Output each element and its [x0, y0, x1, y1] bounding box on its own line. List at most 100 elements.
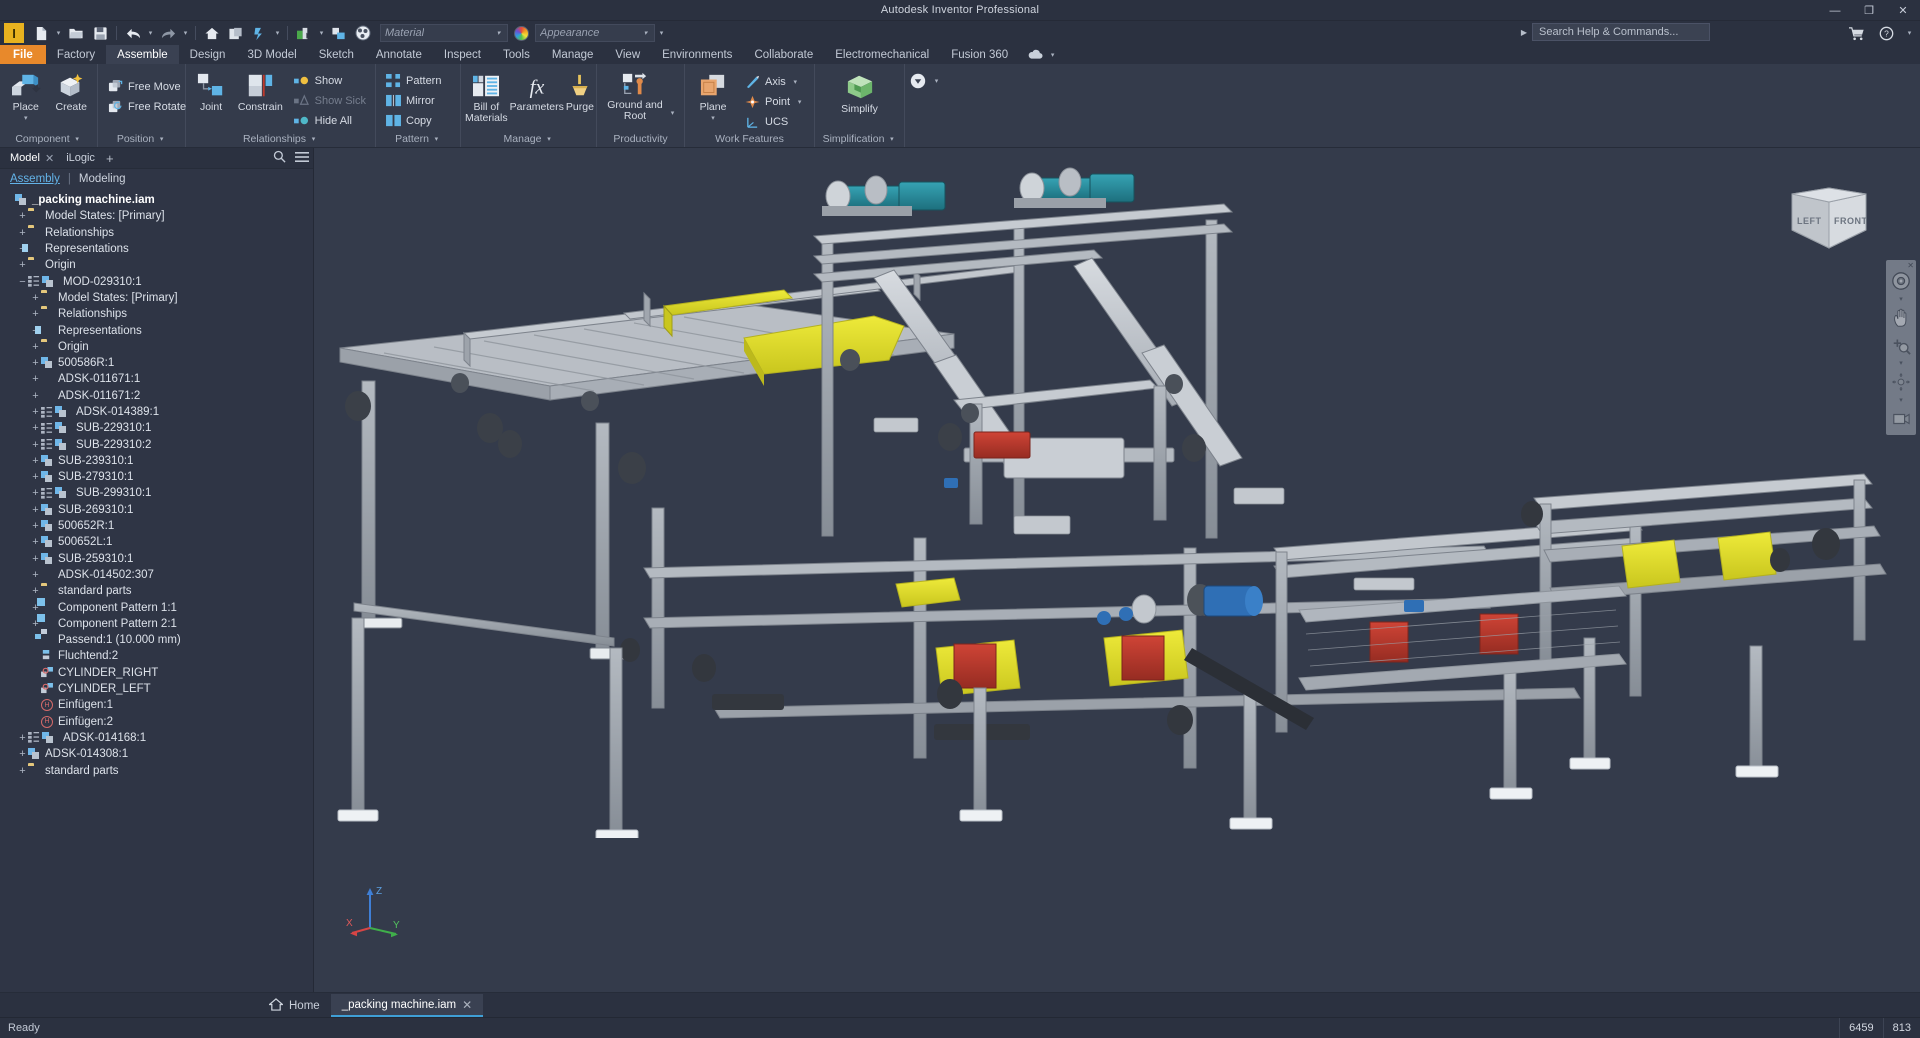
- simplify-button[interactable]: Simplify: [829, 67, 891, 115]
- open-file-icon[interactable]: [65, 23, 87, 43]
- hamburger-menu-icon[interactable]: [295, 151, 309, 166]
- tree-node[interactable]: +ADSK-011671:2: [0, 388, 313, 404]
- home-icon[interactable]: [201, 23, 223, 43]
- panel-relationships-dropdown-icon[interactable]: ▾: [309, 135, 318, 143]
- tree-node[interactable]: CYLINDER_RIGHT: [0, 665, 313, 681]
- pan-hand-icon[interactable]: [1890, 308, 1912, 328]
- tree-expand-icon[interactable]: +: [30, 520, 41, 532]
- tree-node[interactable]: Passend:1 (10.000 mm): [0, 632, 313, 648]
- cart-icon[interactable]: [1845, 23, 1867, 43]
- ribbon-tab-design[interactable]: Design: [179, 45, 237, 64]
- select-icon[interactable]: [293, 23, 315, 43]
- ribbon-tab-3d-model[interactable]: 3D Model: [236, 45, 307, 64]
- work-point-button[interactable]: Point ▾: [739, 92, 809, 111]
- look-at-camera-icon[interactable]: [1890, 409, 1912, 429]
- tree-expand-icon[interactable]: +: [17, 210, 28, 222]
- navbar-zoom-dropdown-icon[interactable]: ▾: [1899, 362, 1903, 365]
- appearance-dropdown-icon[interactable]: ▾: [641, 29, 650, 37]
- tree-expand-icon[interactable]: +: [17, 259, 28, 271]
- ribbon-tab-tools[interactable]: Tools: [492, 45, 541, 64]
- shrinkwrap-button[interactable]: ▾: [909, 72, 941, 90]
- redo-dropdown-icon[interactable]: ▾: [181, 29, 190, 37]
- constrain-button[interactable]: Constrain: [234, 67, 287, 113]
- tree-node[interactable]: +ADSK-014502:307: [0, 567, 313, 583]
- mirror-button[interactable]: Mirror: [380, 91, 446, 110]
- tree-node[interactable]: HEinfügen:2: [0, 714, 313, 730]
- browser-tab-ilogic[interactable]: iLogic: [61, 148, 100, 169]
- tree-expand-icon[interactable]: +: [30, 341, 41, 353]
- free-rotate-button[interactable]: Free Rotate: [102, 97, 191, 116]
- panel-manage-dropdown-icon[interactable]: ▾: [544, 135, 553, 143]
- ribbon-tab-manage[interactable]: Manage: [541, 45, 605, 64]
- tree-node[interactable]: +Model States: [Primary]: [0, 208, 313, 224]
- document-tab-close-icon[interactable]: ✕: [462, 998, 472, 1012]
- appearance-selector[interactable]: Appearance ▾: [535, 24, 655, 42]
- tree-expand-icon[interactable]: +: [30, 292, 41, 304]
- tree-node[interactable]: +ADSK-014168:1: [0, 730, 313, 746]
- work-axis-button[interactable]: Axis ▾: [739, 72, 809, 91]
- show-relationships-button[interactable]: Show: [289, 71, 371, 90]
- graphics-viewport[interactable]: LEFT FRONT ✕ ▾ ▾ ▾: [314, 148, 1920, 992]
- create-component-button[interactable]: Create: [50, 67, 94, 113]
- tree-node[interactable]: +Origin: [0, 257, 313, 273]
- navbar-wheel-dropdown-icon[interactable]: ▾: [1899, 298, 1903, 301]
- tree-expand-icon[interactable]: +: [30, 569, 41, 581]
- tree-node[interactable]: +ADSK-011671:1: [0, 371, 313, 387]
- document-tab-packing-machine[interactable]: _packing machine.iam ✕: [331, 994, 483, 1017]
- tree-node[interactable]: +SUB-299310:1: [0, 485, 313, 501]
- panel-pattern-dropdown-icon[interactable]: ▾: [432, 135, 441, 143]
- view-cube[interactable]: LEFT FRONT: [1786, 186, 1872, 258]
- ribbon-tab-view[interactable]: View: [604, 45, 651, 64]
- tree-expand-icon[interactable]: +: [17, 227, 28, 239]
- new-file-icon[interactable]: [30, 23, 52, 43]
- browser-mode-assembly[interactable]: Assembly: [10, 173, 60, 185]
- tree-node[interactable]: +SUB-229310:2: [0, 436, 313, 452]
- search-icon[interactable]: [273, 150, 286, 166]
- tree-expand-icon[interactable]: +: [30, 406, 41, 418]
- tree-expand-icon[interactable]: +: [30, 471, 41, 483]
- tree-expand-icon[interactable]: +: [30, 373, 41, 385]
- tree-node[interactable]: +Relationships: [0, 225, 313, 241]
- work-point-dropdown-icon[interactable]: ▾: [795, 98, 804, 106]
- parameters-button[interactable]: fx Parameters: [510, 67, 564, 113]
- orbit-icon[interactable]: [1890, 372, 1912, 392]
- ribbon-tab-fusion-360[interactable]: Fusion 360: [940, 45, 1019, 64]
- visibility-icon[interactable]: [328, 23, 350, 43]
- cloud-dropdown-icon[interactable]: ▾: [1048, 51, 1057, 59]
- navbar-orbit-dropdown-icon[interactable]: ▾: [1899, 399, 1903, 402]
- place-component-dropdown-icon[interactable]: ▾: [21, 114, 30, 122]
- material-selector[interactable]: Material ▾: [380, 24, 508, 42]
- tree-expand-icon[interactable]: +: [30, 553, 41, 565]
- panel-title-position[interactable]: Position ▾: [98, 131, 185, 147]
- work-plane-button[interactable]: Plane ▾: [689, 67, 737, 122]
- ribbon-tab-annotate[interactable]: Annotate: [365, 45, 433, 64]
- panel-title-pattern[interactable]: Pattern ▾: [376, 131, 460, 147]
- inventor-logo-icon[interactable]: I: [4, 23, 24, 43]
- ribbon-tab-collaborate[interactable]: Collaborate: [743, 45, 824, 64]
- appearance-extra-dropdown-icon[interactable]: ▾: [657, 29, 666, 37]
- panel-title-relationships[interactable]: Relationships ▾: [186, 131, 375, 147]
- search-input[interactable]: Search Help & Commands...: [1532, 23, 1710, 41]
- help-dropdown-icon[interactable]: ▾: [1905, 29, 1914, 37]
- browser-tab-model[interactable]: Model ✕: [5, 148, 59, 169]
- ribbon-tab-cloud-icon[interactable]: ▾: [1019, 45, 1065, 64]
- ribbon-tab-factory[interactable]: Factory: [46, 45, 106, 64]
- ground-and-root-button[interactable]: Ground and Root: [604, 67, 666, 122]
- tree-node[interactable]: +SUB-239310:1: [0, 453, 313, 469]
- tree-expand-icon[interactable]: +: [30, 487, 41, 499]
- tree-node[interactable]: Fluchtend:2: [0, 648, 313, 664]
- ribbon-tab-file[interactable]: File: [0, 45, 46, 64]
- pattern-button[interactable]: Pattern: [380, 71, 446, 90]
- ribbon-tab-inspect[interactable]: Inspect: [433, 45, 492, 64]
- ground-and-root-dropdown-icon[interactable]: ▾: [668, 109, 677, 117]
- update-dropdown-icon[interactable]: ▾: [273, 29, 282, 37]
- tree-node[interactable]: +standard parts: [0, 762, 313, 778]
- ribbon-tab-environments[interactable]: Environments: [651, 45, 743, 64]
- model-tree[interactable]: _packing machine.iam+Model States: [Prim…: [0, 189, 313, 992]
- tree-node[interactable]: +Representations: [0, 241, 313, 257]
- work-axis-dropdown-icon[interactable]: ▾: [791, 78, 800, 86]
- tree-expand-icon[interactable]: +: [30, 455, 41, 467]
- update-icon[interactable]: [249, 23, 271, 43]
- home-tab[interactable]: Home: [258, 994, 331, 1017]
- tree-node[interactable]: CYLINDER_LEFT: [0, 681, 313, 697]
